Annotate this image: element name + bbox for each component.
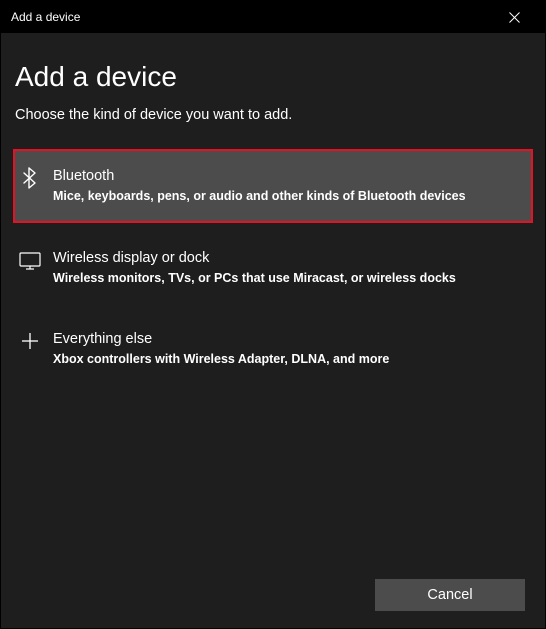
- option-text: Wireless display or dock Wireless monito…: [53, 249, 525, 287]
- option-desc: Xbox controllers with Wireless Adapter, …: [53, 351, 525, 368]
- option-title: Bluetooth: [53, 167, 525, 186]
- option-desc: Wireless monitors, TVs, or PCs that use …: [53, 270, 525, 287]
- page-title: Add a device: [13, 61, 533, 93]
- footer: Cancel: [1, 562, 545, 628]
- option-everything-else[interactable]: Everything else Xbox controllers with Wi…: [13, 312, 533, 386]
- add-device-dialog: Add a device Add a device Choose the kin…: [0, 0, 546, 629]
- close-button[interactable]: [492, 1, 537, 33]
- close-icon: [509, 12, 520, 23]
- option-wireless-display[interactable]: Wireless display or dock Wireless monito…: [13, 231, 533, 305]
- page-subtitle: Choose the kind of device you want to ad…: [13, 107, 533, 123]
- titlebar-title: Add a device: [11, 10, 492, 24]
- plus-icon: [19, 330, 41, 352]
- display-icon: [19, 249, 41, 271]
- option-text: Bluetooth Mice, keyboards, pens, or audi…: [53, 167, 525, 205]
- bluetooth-icon: [19, 167, 41, 189]
- option-title: Everything else: [53, 330, 525, 349]
- option-bluetooth[interactable]: Bluetooth Mice, keyboards, pens, or audi…: [13, 149, 533, 223]
- content-area: Add a device Choose the kind of device y…: [1, 33, 545, 562]
- cancel-button[interactable]: Cancel: [375, 579, 525, 611]
- option-desc: Mice, keyboards, pens, or audio and othe…: [53, 188, 525, 205]
- titlebar: Add a device: [1, 1, 545, 33]
- option-text: Everything else Xbox controllers with Wi…: [53, 330, 525, 368]
- device-options-list: Bluetooth Mice, keyboards, pens, or audi…: [13, 149, 533, 394]
- option-title: Wireless display or dock: [53, 249, 525, 268]
